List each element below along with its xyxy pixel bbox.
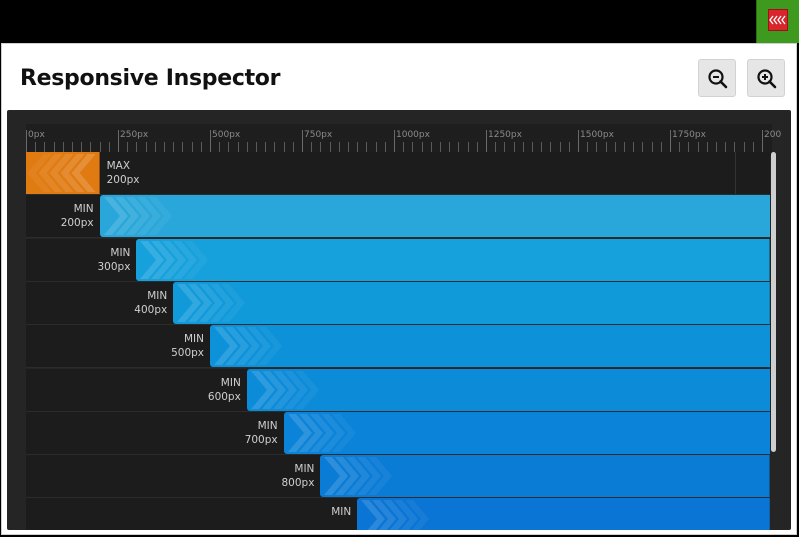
breakpoint-list: MAX 200px MIN 200px MIN 300px MIN 400px MIN 500px…: [26, 152, 770, 530]
bar-chevron-graphic: [173, 281, 770, 324]
ruler-tick: [762, 130, 763, 154]
breakpoint-viewer: 0px 250px 500px 750px 1000px 1250px 1500px 1750…: [7, 110, 791, 530]
ruler-tick: [302, 130, 303, 154]
min-width-row[interactable]: MIN 700px: [26, 411, 770, 455]
zoom-in-icon: [757, 69, 777, 89]
min-width-row[interactable]: MIN 400px: [26, 281, 770, 325]
extension-button[interactable]: [756, 0, 799, 43]
min-width-bar[interactable]: [173, 281, 770, 324]
min-width-bar[interactable]: [99, 195, 770, 238]
bar-chevron-graphic: [136, 238, 770, 281]
ruler-label: 0px: [28, 130, 45, 140]
ruler-label: 1500px: [580, 130, 614, 140]
ruler-label: 250px: [120, 130, 149, 140]
ruler-tick: [578, 130, 579, 154]
breakpoint-label: MIN 700px: [245, 419, 278, 447]
breakpoint-label: MAX 200px: [107, 159, 140, 187]
min-width-bar[interactable]: [357, 498, 770, 530]
breakpoint-label: MIN 400px: [134, 289, 167, 317]
min-width-row[interactable]: MIN 300px: [26, 238, 770, 282]
min-width-row[interactable]: MIN 600px: [26, 368, 770, 412]
bar-chevron-graphic: [320, 455, 770, 498]
breakpoint-label: MIN 600px: [208, 376, 241, 404]
zoom-in-button[interactable]: [747, 59, 785, 97]
breakpoint-kind: MIN: [110, 246, 131, 259]
min-width-row[interactable]: MIN 200px: [26, 195, 770, 239]
breakpoint-kind: MIN: [257, 419, 278, 432]
bar-chevron-graphic: [26, 152, 100, 194]
breakpoint-value: 300px: [97, 260, 131, 273]
breakpoint-label: MIN 300px: [97, 246, 130, 274]
min-width-bar[interactable]: [246, 368, 770, 411]
min-width-bar[interactable]: [136, 238, 770, 281]
ruler-label: 500px: [212, 130, 241, 140]
ruler-tick: [394, 130, 395, 154]
bar-chevron-graphic: [283, 411, 770, 454]
breakpoint-value: 800px: [281, 477, 315, 490]
ruler-label: 200: [764, 130, 782, 140]
ruler-label: 1750px: [672, 130, 706, 140]
breakpoint-value: 200px: [60, 217, 94, 230]
breakpoint-kind: MIN: [73, 203, 94, 216]
pixel-ruler: 0px 250px 500px 750px 1000px 1250px 1500px 1750…: [26, 124, 781, 155]
bar-chevron-graphic: [357, 498, 770, 530]
zoom-out-icon: [708, 69, 728, 89]
breakpoint-value: 600px: [207, 390, 241, 403]
breakpoint-value: 400px: [134, 303, 168, 316]
inspector-panel: Responsive Inspector 0px 250px 500px 750px 1…: [1, 43, 797, 535]
breakpoint-kind: MIN: [331, 506, 352, 519]
page-title: Responsive Inspector: [20, 66, 281, 91]
max-width-bar[interactable]: [26, 152, 100, 194]
ruler-tick: [486, 130, 487, 154]
breakpoint-label: MIN: [331, 505, 351, 519]
breakpoint-label: MIN 800px: [281, 462, 314, 490]
min-width-bar[interactable]: [320, 455, 770, 498]
max-width-row[interactable]: MAX 200px: [26, 152, 770, 195]
breakpoint-label: MIN 500px: [171, 332, 204, 360]
min-width-row[interactable]: MIN: [26, 498, 770, 530]
breakpoint-value: 200px: [106, 174, 140, 186]
min-width-bar[interactable]: [283, 411, 770, 454]
ruler-tick: [210, 130, 211, 154]
viewport-marker: [735, 152, 736, 194]
breakpoint-label: MIN 200px: [61, 202, 94, 230]
breakpoint-value: 500px: [171, 347, 204, 360]
bar-chevron-graphic: [210, 325, 770, 368]
breakpoint-kind: MIN: [183, 333, 204, 346]
ruler-label: 1000px: [396, 130, 430, 140]
browser-toolbar: [0, 0, 799, 43]
breakpoint-kind: MAX: [106, 160, 131, 172]
bar-chevron-graphic: [99, 195, 770, 238]
breakpoint-kind: MIN: [294, 463, 315, 476]
ruler-tick: [26, 130, 27, 154]
scrollbar[interactable]: [771, 152, 776, 452]
ruler-tick: [118, 130, 119, 154]
responsive-inspector-icon: [768, 9, 788, 31]
breakpoint-kind: MIN: [220, 376, 241, 389]
breakpoint-value: 700px: [244, 433, 278, 446]
ruler-label: 750px: [304, 130, 333, 140]
ruler-tick: [670, 130, 671, 154]
breakpoint-kind: MIN: [147, 289, 168, 302]
min-width-row[interactable]: MIN 500px: [26, 325, 770, 369]
bar-chevron-graphic: [246, 368, 770, 411]
zoom-out-button[interactable]: [698, 59, 736, 97]
ruler-label: 1250px: [488, 130, 522, 140]
min-width-bar[interactable]: [210, 325, 770, 368]
min-width-row[interactable]: MIN 800px: [26, 455, 770, 499]
